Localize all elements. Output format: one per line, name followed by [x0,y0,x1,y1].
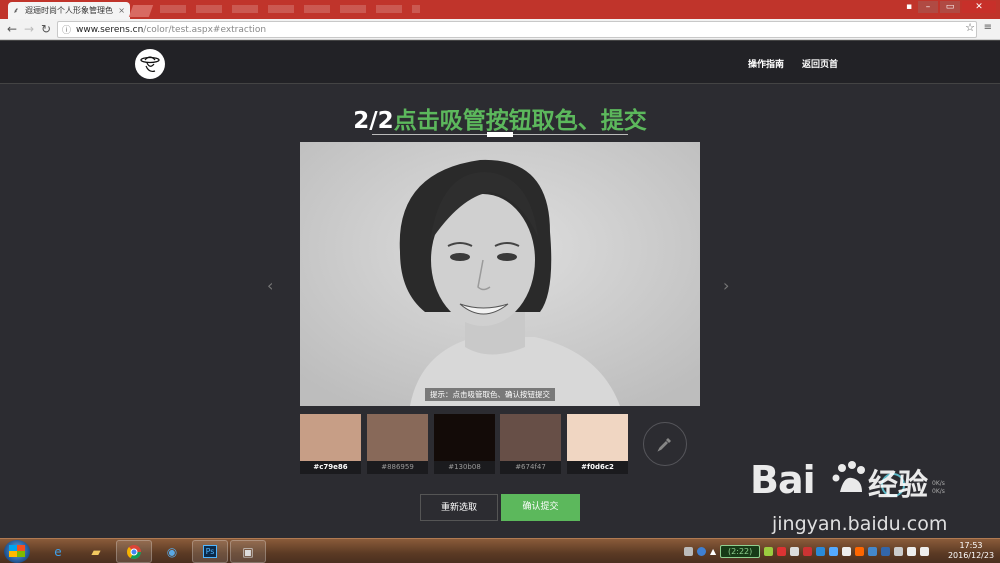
tray-expand-icon[interactable]: ▲ [710,547,716,556]
help-icon[interactable] [697,546,706,556]
nav-home-link[interactable]: 返回页首 [802,57,838,70]
forward-arrow-icon[interactable]: → [22,22,36,36]
browser-menu-icon[interactable]: ≡ [984,22,992,33]
color-swatch[interactable] [500,414,561,461]
volume-icon[interactable] [920,546,930,556]
prev-arrow-icon[interactable]: ‹ [267,276,273,295]
tray-app-icon[interactable] [868,546,878,556]
tray-app-icon[interactable] [842,546,852,556]
step-title: 点击吸管按钮取色、提交 [393,108,647,134]
page-title: 2/2点击吸管按钮取色、提交 [0,101,1000,135]
reselect-button[interactable]: 重新选取 [420,494,498,521]
close-window-button[interactable]: ✕ [962,1,996,13]
address-bar[interactable]: ⓘ www.serens.cn /color/test.aspx#extract… [57,21,977,38]
network-icon[interactable] [907,546,917,556]
eyedropper-button[interactable] [643,422,687,466]
swatch-hex-label: #f0d6c2 [567,461,628,474]
user-profile-icon[interactable]: ▪ [902,1,916,13]
swatch-hex-label: #c79e86 [300,461,361,474]
next-arrow-icon[interactable]: › [723,276,729,295]
color-swatch[interactable] [434,414,495,461]
site-header: 操作指南 返回页首 [0,40,1000,84]
tab-close-icon[interactable]: × [118,6,125,15]
tray-app-icon[interactable] [777,546,787,556]
eyedropper-icon [657,438,671,452]
tray-app-icon[interactable] [764,546,774,556]
tab-title: 遐逦时尚个人形象管理色 [25,6,113,15]
photoshop-icon[interactable]: Ps [192,540,228,563]
confirm-submit-button[interactable]: 确认提交 [501,494,580,521]
baidu-watermark: Bai 经验 jingyan.baidu.com [750,458,948,536]
browser-tab[interactable]: ⸙ 遐逦时尚个人形象管理色 × [8,2,130,19]
url-host: www.serens.cn [76,24,144,35]
url-path: /color/test.aspx#extraction [143,24,267,35]
sogou-icon[interactable]: ◉ [154,540,190,563]
windows-logo-icon [9,545,25,557]
maximize-button[interactable]: ▭ [940,1,960,13]
tray-app-icon[interactable] [803,546,813,556]
folder-icon[interactable]: ▰ [78,540,114,563]
logo-woman-hat-icon [140,56,160,73]
color-swatch[interactable] [300,414,361,461]
watermark-url: jingyan.baidu.com [772,513,948,535]
swatch-hex-label: #674f47 [500,461,561,474]
signal-icon[interactable] [790,546,800,556]
bookmark-star-icon[interactable]: ☆ [965,21,975,34]
browser-tabstrip: ⸙ 遐逦时尚个人形象管理色 × ▪ – ▭ ✕ [0,0,1000,19]
color-swatch[interactable] [567,414,628,461]
swatch-hex-label: #130b08 [434,461,495,474]
clock-time: 17:53 [959,541,983,550]
portrait-photo[interactable] [300,142,700,406]
tray-app-icon[interactable] [855,546,865,556]
watermark-brand: Bai [750,458,816,502]
nav-guide-link[interactable]: 操作指南 [748,57,784,70]
battery-indicator[interactable]: (2:22) [720,544,761,558]
chrome-icon[interactable] [116,540,152,563]
title-underline-accent [487,132,513,137]
ie-icon[interactable]: e [40,540,76,563]
new-tab-button[interactable] [128,5,154,17]
page-info-icon[interactable]: ⓘ [62,23,72,36]
browser-toolbar: ← → ↻ ⓘ www.serens.cn /color/test.aspx#e… [0,19,1000,40]
back-arrow-icon[interactable]: ← [5,22,19,36]
clock-date: 2016/12/23 [947,551,995,560]
bluetooth-icon[interactable] [829,546,839,556]
hint-tooltip: 提示：点击吸管取色、确认按钮提交 [425,388,555,401]
keyboard-icon[interactable] [684,546,693,556]
reload-icon[interactable]: ↻ [39,22,53,36]
window-controls: ▪ – ▭ ✕ [902,1,996,13]
windows-taskbar: e ▰ ◉ Ps ▣ ▲ (2:22) 17:53 2016/12/23 [0,538,1000,563]
shield-icon[interactable] [881,546,891,556]
system-tray: ▲ (2:22) [684,542,930,560]
chat-icon[interactable]: ▣ [230,540,266,563]
site-favicon-icon: ⸙ [13,5,19,15]
site-logo[interactable] [135,49,165,79]
blurred-bookmarks [160,5,420,13]
swatch-hex-label: #886959 [367,461,428,474]
portrait-image [300,142,700,406]
watermark-jingyan: 经验 [868,468,928,503]
tray-app-icon[interactable] [816,546,826,556]
color-swatch[interactable] [367,414,428,461]
baidu-paw-icon [832,461,865,492]
minimize-button[interactable]: – [918,1,938,13]
taskbar-clock[interactable]: 17:53 2016/12/23 [946,541,996,561]
battery-icon[interactable] [894,546,904,556]
step-indicator: 2/2 [353,108,394,134]
